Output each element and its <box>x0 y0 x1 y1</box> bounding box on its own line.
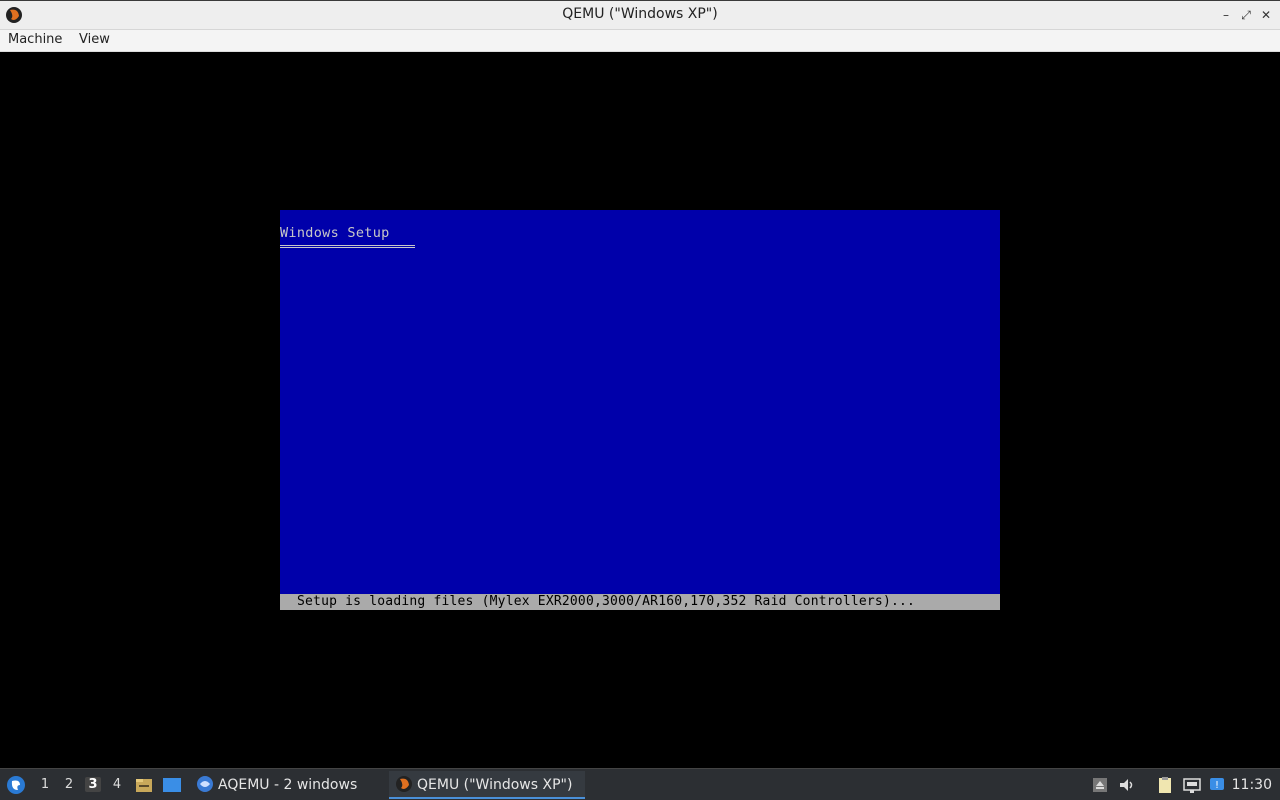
volume-icon[interactable] <box>1117 775 1137 795</box>
setup-status-bar: Setup is loading files (Mylex EXR2000,30… <box>280 594 1000 610</box>
aqemu-icon <box>197 776 213 792</box>
window-titlebar: QEMU ("Windows XP") – ⤢ ✕ <box>0 0 1280 30</box>
close-button[interactable]: ✕ <box>1258 7 1274 23</box>
menu-view[interactable]: View <box>79 32 110 47</box>
workspace-3[interactable]: 3 <box>85 777 101 792</box>
task-aqemu-label: AQEMU - 2 windows <box>218 777 358 793</box>
clock[interactable]: 11:30 <box>1232 777 1272 793</box>
updates-icon[interactable]: ! <box>1208 775 1228 795</box>
task-aqemu[interactable]: AQEMU - 2 windows <box>192 771 382 799</box>
workspace-4[interactable]: 4 <box>109 777 125 792</box>
workspace-2[interactable]: 2 <box>61 777 77 792</box>
svg-text:!: ! <box>1215 780 1219 791</box>
taskbar: 1 2 3 4 AQEMU - 2 windows QEMU ("Windows… <box>0 768 1280 800</box>
desktop-icon[interactable] <box>162 775 182 795</box>
menu-machine[interactable]: Machine <box>8 32 62 47</box>
vm-screen[interactable]: Windows Setup Setup is loading files (My… <box>280 210 1000 610</box>
qemu-icon <box>396 776 412 792</box>
task-qemu-label: QEMU ("Windows XP") <box>417 777 573 793</box>
window-title: QEMU ("Windows XP") <box>562 6 718 22</box>
setup-title-underline <box>280 245 415 248</box>
eject-icon[interactable] <box>1090 775 1110 795</box>
file-manager-icon[interactable] <box>134 775 154 795</box>
start-menu-icon[interactable] <box>6 775 26 795</box>
menubar: Machine View <box>0 30 1280 52</box>
restore-button[interactable]: ⤢ <box>1238 7 1254 23</box>
setup-title: Windows Setup <box>280 225 390 241</box>
clipboard-icon[interactable] <box>1155 775 1175 795</box>
network-icon[interactable] <box>1182 775 1202 795</box>
workspace-1[interactable]: 1 <box>37 777 53 792</box>
minimize-button[interactable]: – <box>1218 7 1234 23</box>
task-qemu[interactable]: QEMU ("Windows XP") <box>389 771 585 799</box>
